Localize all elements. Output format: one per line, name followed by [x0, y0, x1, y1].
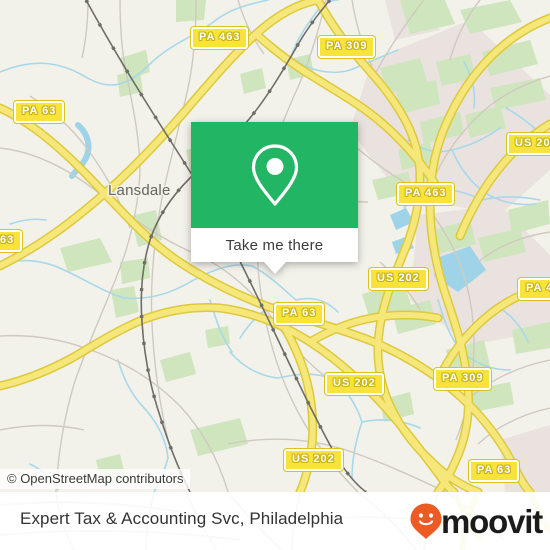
popup-image-panel	[191, 122, 358, 228]
moovit-wordmark: moovit	[441, 502, 543, 540]
highway-shield[interactable]: PA 463	[191, 27, 249, 49]
map-canvas[interactable]: Lansdale PA 463 PA 309 PA 63 US 202 PA 4…	[0, 0, 550, 492]
highway-shield[interactable]: PA 63	[274, 303, 325, 325]
highway-shield[interactable]: 63	[0, 230, 23, 252]
popup-action-bar[interactable]: Take me there	[191, 228, 358, 262]
popup-pointer-tail	[263, 262, 286, 274]
take-me-there-label: Take me there	[225, 236, 324, 254]
footer-bar: Expert Tax & Accounting Svc, Philadelphi…	[0, 492, 550, 550]
map-attribution[interactable]: © OpenStreetMap contributors	[0, 469, 190, 489]
highway-shield[interactable]: PA 463	[397, 183, 455, 205]
highway-shield[interactable]: PA 46	[518, 278, 550, 300]
highway-shield[interactable]: US 202	[507, 133, 550, 155]
highway-shield[interactable]: US 202	[369, 268, 428, 290]
highway-shield[interactable]: PA 63	[14, 101, 65, 123]
place-label-lansdale: Lansdale	[108, 182, 171, 199]
location-popup[interactable]: Take me there	[191, 122, 358, 274]
map-pin-icon	[251, 144, 298, 206]
highway-shield[interactable]: US 202	[284, 449, 343, 471]
highway-shield[interactable]: US 202	[325, 373, 384, 395]
moovit-brand[interactable]: moovit	[409, 502, 543, 540]
location-title: Expert Tax & Accounting Svc, Philadelphi…	[20, 509, 344, 528]
moovit-smiley-pin-icon	[410, 503, 442, 539]
highway-shield[interactable]: PA 63	[469, 460, 520, 482]
highway-shield[interactable]: PA 309	[318, 36, 376, 58]
map-screenshot: Lansdale PA 463 PA 309 PA 63 US 202 PA 4…	[0, 0, 550, 550]
highway-shield[interactable]: PA 309	[434, 368, 492, 390]
